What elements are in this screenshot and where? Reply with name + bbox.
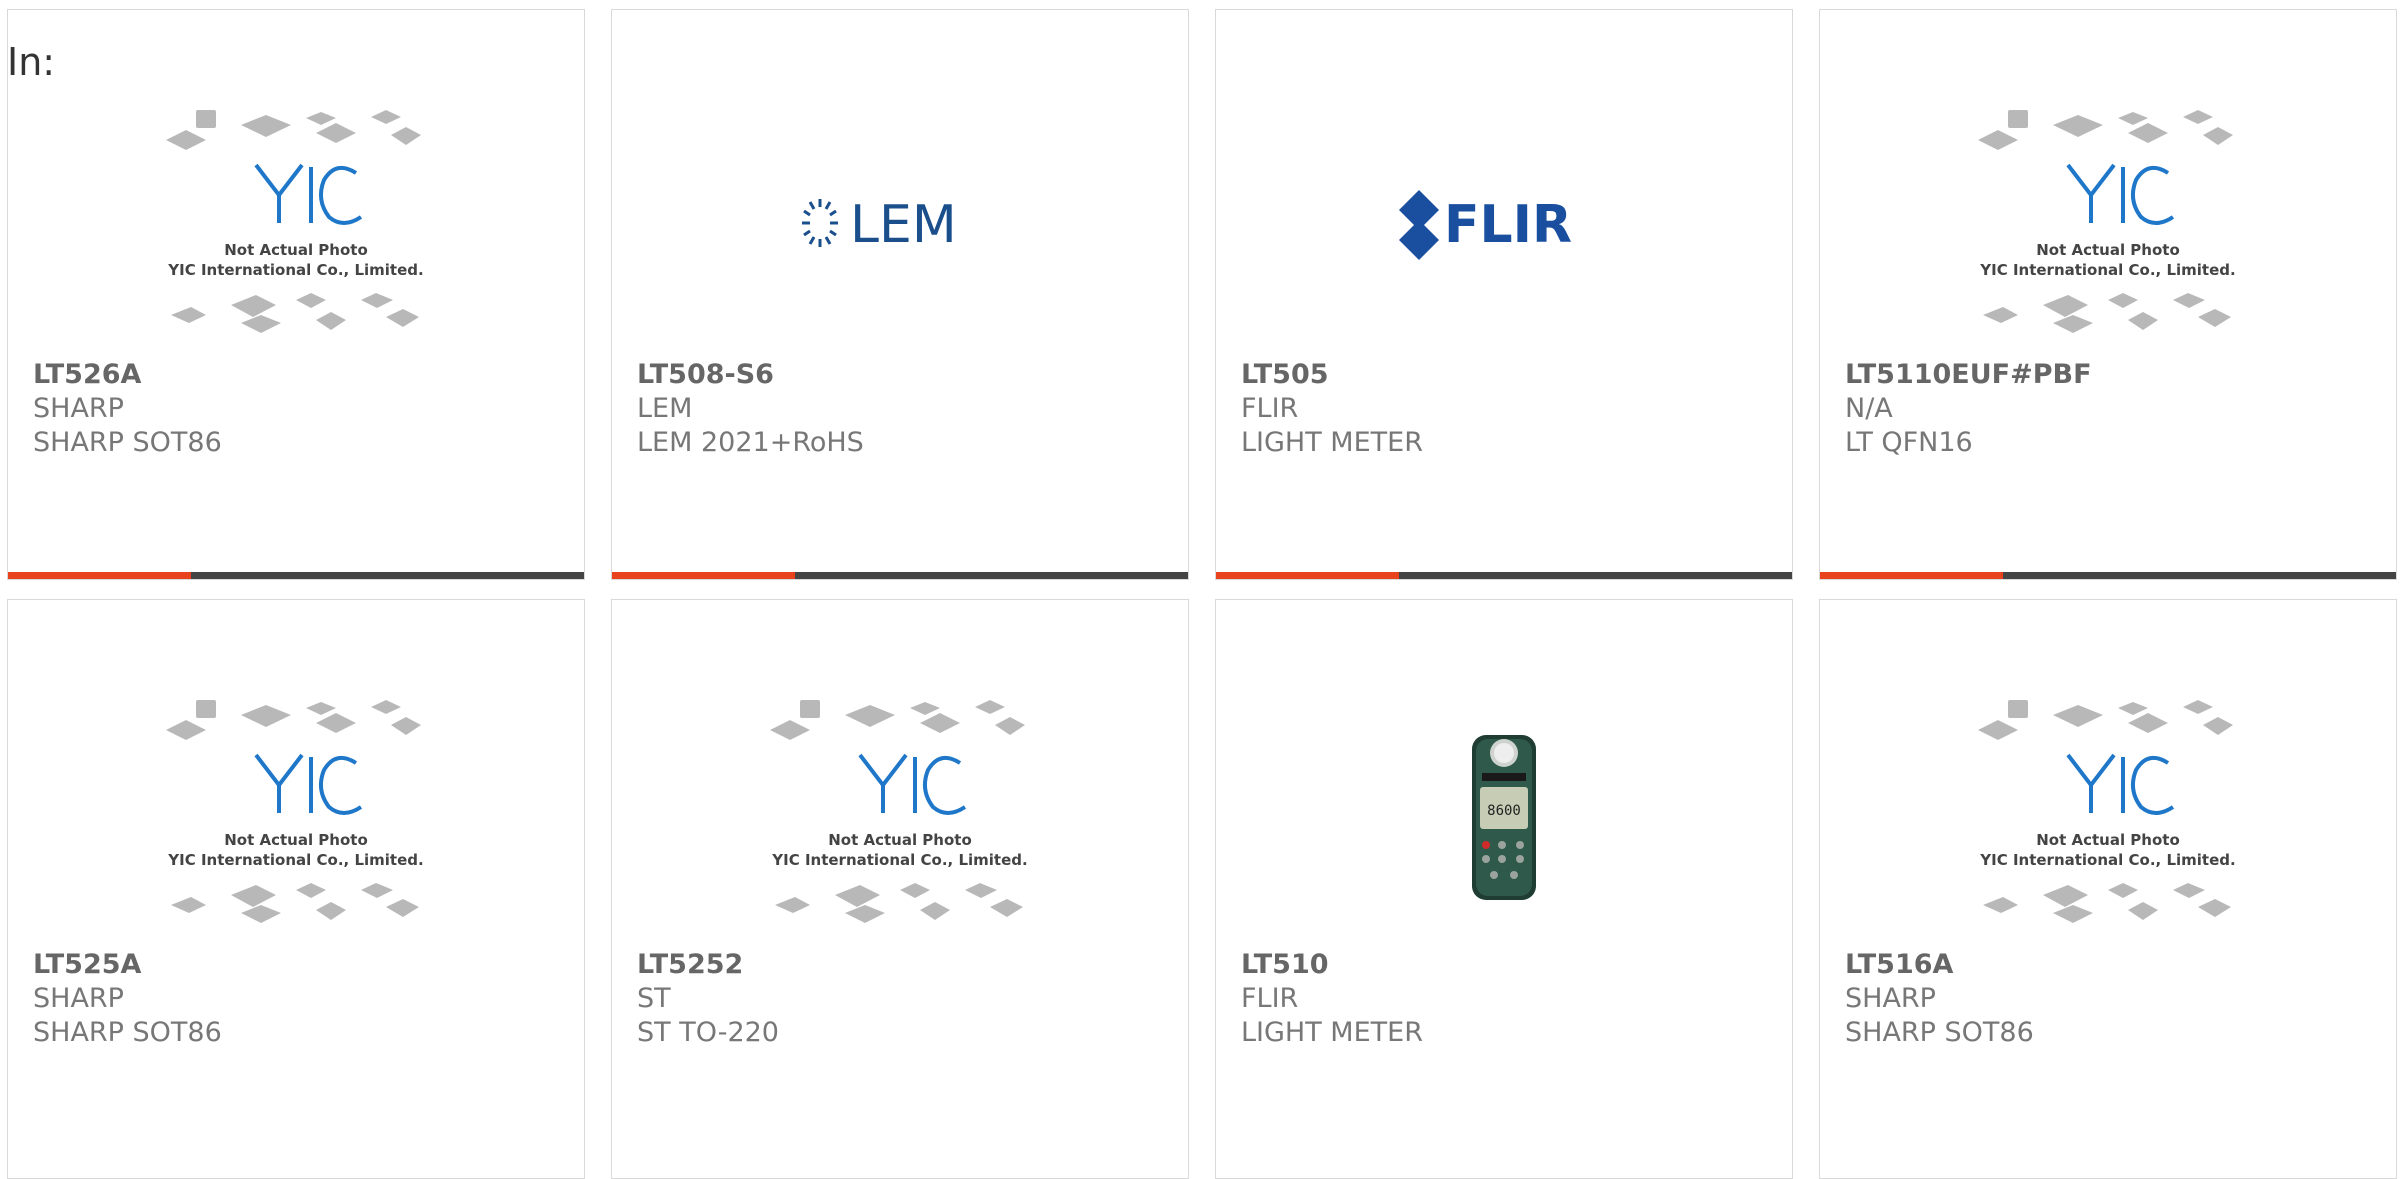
product-card[interactable]: Not Actual Photo YIC International Co., … (7, 9, 585, 580)
light-meter-photo: 8600 (1216, 690, 1792, 940)
package: LEM 2021+RoHS (637, 427, 864, 458)
product-card[interactable]: Not Actual Photo YIC International Co., … (1819, 599, 2397, 1179)
lem-logo-text: LEM (850, 195, 957, 255)
yic-placeholder-image: Not Actual Photo YIC International Co., … (8, 690, 584, 940)
part-number[interactable]: LT525A (33, 948, 222, 982)
part-number[interactable]: LT510 (1241, 948, 1423, 982)
product-card[interactable]: LEM LT508-S6 LEM LEM 2021+RoHS (611, 9, 1189, 580)
product-card[interactable]: FLIR LT505 FLIR LIGHT METER (1215, 9, 1793, 580)
part-number[interactable]: LT5252 (637, 948, 779, 982)
lem-logo-image: LEM (612, 100, 1188, 350)
part-number[interactable]: LT526A (33, 358, 222, 392)
placeholder-text-1: Not Actual Photo (2036, 241, 2180, 259)
manufacturer: SHARP (33, 983, 124, 1014)
package: LT QFN16 (1845, 427, 1973, 458)
part-number[interactable]: LT516A (1845, 948, 2034, 982)
part-number[interactable]: LT505 (1241, 358, 1423, 392)
yic-placeholder-image: Not Actual Photo YIC International Co., … (612, 690, 1188, 940)
package: SHARP SOT86 (33, 1017, 222, 1048)
product-card[interactable]: 8600 LT510 FLIR LIGHT METER (1215, 599, 1793, 1179)
placeholder-text-1: Not Actual Photo (224, 831, 368, 849)
in-label: In: (7, 40, 56, 84)
card-bottom-bar (612, 572, 1188, 579)
product-card[interactable]: Not Actual Photo YIC International Co., … (611, 599, 1189, 1179)
flir-logo-text: FLIR (1444, 195, 1572, 255)
manufacturer: SHARP (33, 393, 124, 424)
manufacturer: SHARP (1845, 983, 1936, 1014)
placeholder-text-2: YIC International Co., Limited. (167, 851, 423, 869)
part-number[interactable]: LT5110EUF#PBF (1845, 358, 2092, 392)
placeholder-text-1: Not Actual Photo (2036, 831, 2180, 849)
placeholder-text-2: YIC International Co., Limited. (1979, 851, 2235, 869)
package: ST TO-220 (637, 1017, 779, 1048)
package: SHARP SOT86 (1845, 1017, 2034, 1048)
svg-text:8600: 8600 (1487, 803, 1521, 819)
yic-placeholder-image: Not Actual Photo YIC International Co., … (1820, 100, 2396, 350)
product-card[interactable]: Not Actual Photo YIC International Co., … (1819, 9, 2397, 580)
flir-logo-image: FLIR (1216, 100, 1792, 350)
placeholder-text-2: YIC International Co., Limited. (167, 261, 423, 279)
placeholder-text-1: Not Actual Photo (828, 831, 972, 849)
manufacturer: N/A (1845, 393, 1893, 424)
card-bottom-bar (1820, 572, 2396, 579)
manufacturer: LEM (637, 393, 693, 424)
card-bottom-bar (1216, 572, 1792, 579)
manufacturer: FLIR (1241, 393, 1299, 424)
manufacturer: ST (637, 983, 671, 1014)
product-card[interactable]: Not Actual Photo YIC International Co., … (7, 599, 585, 1179)
package: SHARP SOT86 (33, 427, 222, 458)
placeholder-text-2: YIC International Co., Limited. (1979, 261, 2235, 279)
part-number[interactable]: LT508-S6 (637, 358, 864, 392)
yic-placeholder-image: Not Actual Photo YIC International Co., … (1820, 690, 2396, 940)
card-bottom-bar (8, 572, 584, 579)
package: LIGHT METER (1241, 427, 1423, 458)
placeholder-text-2: YIC International Co., Limited. (771, 851, 1027, 869)
package: LIGHT METER (1241, 1017, 1423, 1048)
placeholder-text-1: Not Actual Photo (224, 241, 368, 259)
manufacturer: FLIR (1241, 983, 1299, 1014)
yic-placeholder-image: Not Actual Photo YIC International Co., … (8, 100, 584, 350)
